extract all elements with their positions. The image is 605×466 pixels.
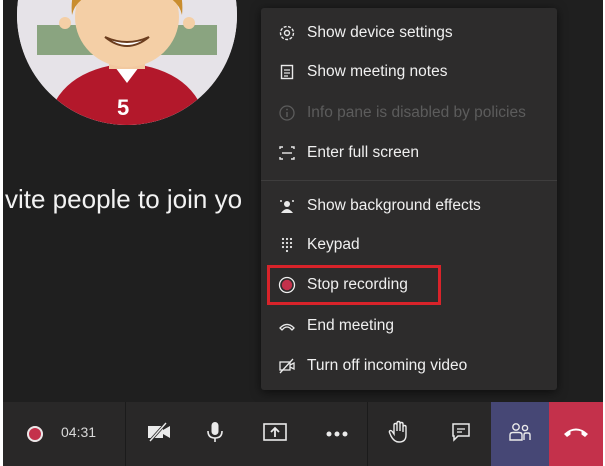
menu-item-turn-off-incoming-video[interactable]: Turn off incoming video: [277, 350, 467, 382]
hang-up-icon: [563, 425, 589, 444]
record-indicator-icon: [27, 426, 43, 442]
menu-item-show-background-effects[interactable]: Show background effects: [277, 190, 481, 222]
keypad-icon: [277, 235, 297, 255]
menu-item-label: Show background effects: [307, 197, 481, 214]
raise-hand-icon: [388, 420, 410, 449]
menu-item-label: Info pane is disabled by policies: [307, 104, 526, 121]
menu-item-label: Turn off incoming video: [307, 357, 468, 374]
participant-avatar: 5: [17, 0, 237, 125]
background-effects-icon: [277, 196, 297, 216]
menu-item-label: Keypad: [307, 236, 360, 253]
menu-item-show-device-settings[interactable]: Show device settings: [277, 17, 453, 49]
jersey-number: 5: [117, 95, 130, 120]
share-screen-icon: [262, 421, 288, 448]
call-timer: 04:31: [61, 424, 97, 440]
menu-divider: [261, 180, 557, 181]
participants-icon: [508, 421, 532, 448]
microphone-icon: [205, 420, 225, 449]
meeting-window: 5 vite people to join yo Show device set…: [3, 0, 603, 466]
toolbar-divider: [125, 402, 126, 466]
more-actions-icon: [325, 425, 349, 443]
raise-hand-button[interactable]: [373, 402, 425, 466]
share-screen-button[interactable]: [249, 402, 301, 466]
chat-button[interactable]: [435, 402, 487, 466]
video-off-icon: [277, 356, 297, 376]
info-icon: [277, 103, 297, 123]
more-actions-menu: Show device settings Show meeting notes …: [261, 8, 557, 390]
fullscreen-icon: [277, 143, 297, 163]
menu-item-enter-full-screen[interactable]: Enter full screen: [277, 137, 419, 169]
camera-off-icon: [146, 421, 172, 448]
menu-item-show-meeting-notes[interactable]: Show meeting notes: [277, 56, 447, 88]
hang-up-button[interactable]: [549, 402, 603, 466]
menu-item-info-pane-disabled: Info pane is disabled by policies: [277, 97, 526, 129]
camera-toggle-button[interactable]: [133, 402, 185, 466]
chat-icon: [450, 421, 472, 448]
menu-item-label: Show meeting notes: [307, 63, 448, 80]
invite-people-text: vite people to join yo: [5, 184, 243, 214]
menu-item-label: Enter full screen: [307, 144, 419, 161]
toolbar-divider: [367, 402, 368, 466]
call-toolbar: 04:31: [3, 402, 603, 466]
gear-icon: [277, 23, 297, 43]
menu-item-keypad[interactable]: Keypad: [277, 229, 360, 261]
notes-icon: [277, 62, 297, 82]
menu-item-end-meeting[interactable]: End meeting: [277, 310, 394, 342]
menu-item-label: End meeting: [307, 317, 395, 334]
more-actions-button[interactable]: [311, 402, 363, 466]
menu-item-label: Show device settings: [307, 24, 453, 41]
hang-up-icon: [277, 316, 297, 336]
microphone-button[interactable]: [189, 402, 241, 466]
stop-recording-highlight-box: [267, 265, 441, 305]
participants-button[interactable]: [491, 402, 549, 466]
